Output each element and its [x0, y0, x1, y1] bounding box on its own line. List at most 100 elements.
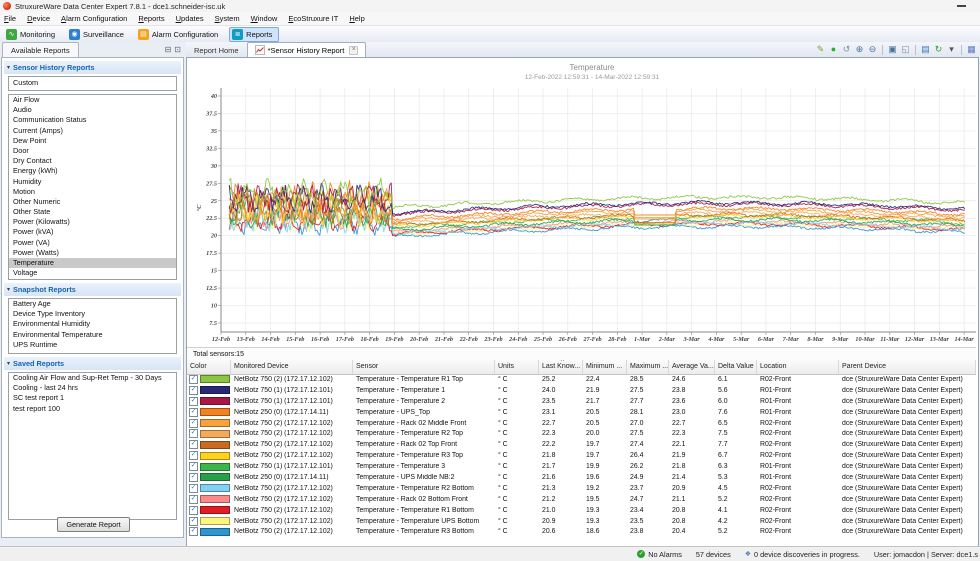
- report-item-temperature[interactable]: Temperature: [9, 258, 176, 268]
- report-item-dry-contact[interactable]: Dry Contact: [9, 156, 176, 166]
- pan-icon[interactable]: ↺: [841, 44, 852, 55]
- row-checkbox[interactable]: ✓: [189, 440, 198, 449]
- row-checkbox[interactable]: ✓: [189, 495, 198, 504]
- tab-report-home[interactable]: Report Home: [186, 42, 247, 57]
- save-icon[interactable]: ▦: [966, 44, 977, 55]
- panel-maximize-icon[interactable]: ⊡: [174, 45, 181, 54]
- generate-report-button[interactable]: Generate Report: [57, 517, 129, 532]
- perspective-reports[interactable]: ≣Reports: [229, 27, 279, 42]
- col-header-minimum[interactable]: Minimum ...: [583, 360, 627, 374]
- menu-device[interactable]: Device: [27, 14, 50, 23]
- report-item-power-kva[interactable]: Power (kVA): [9, 227, 176, 237]
- report-item-cooling-last-24-hrs[interactable]: Cooling - last 24 hrs: [9, 383, 176, 393]
- report-item-test-report-100[interactable]: test report 100: [9, 404, 176, 414]
- row-checkbox[interactable]: ✓: [189, 397, 198, 406]
- col-header-delta-value[interactable]: Delta Value: [715, 360, 757, 374]
- available-reports-tab[interactable]: Available Reports: [2, 42, 79, 57]
- table-row[interactable]: ✓NetBotz 750 (1) (172.17.12.101)Temperat…: [187, 385, 976, 396]
- record-icon[interactable]: ●: [828, 44, 839, 55]
- table-row[interactable]: ✓NetBotz 750 (2) (172.17.12.102)Temperat…: [187, 505, 976, 516]
- col-header-average-va[interactable]: Average Va...: [669, 360, 715, 374]
- report-item-sc-test-report-1[interactable]: SC test report 1: [9, 393, 176, 403]
- device-count[interactable]: 57 devices: [696, 550, 731, 559]
- report-item-battery-age[interactable]: Battery Age: [9, 299, 176, 309]
- row-checkbox[interactable]: ✓: [189, 517, 198, 526]
- table-row[interactable]: ✓NetBotz 750 (2) (172.17.12.102)Temperat…: [187, 494, 976, 505]
- row-checkbox[interactable]: ✓: [189, 386, 198, 395]
- report-item-device-type-inventory[interactable]: Device Type Inventory: [9, 309, 176, 319]
- row-checkbox[interactable]: ✓: [189, 429, 198, 438]
- section-header-snapshot-reports[interactable]: ▾Snapshot Reports: [4, 283, 181, 296]
- no-alarms-label[interactable]: No Alarms: [648, 550, 682, 559]
- perspective-monitoring[interactable]: ∿Monitoring: [3, 27, 62, 42]
- report-item-other-numeric[interactable]: Other Numeric: [9, 197, 176, 207]
- report-item-power-va[interactable]: Power (VA): [9, 238, 176, 248]
- report-item-door[interactable]: Door: [9, 146, 176, 156]
- col-header-maximum[interactable]: Maximum ...: [627, 360, 669, 374]
- report-item-cooling-air-flow-and-sup-ret-temp-30-days[interactable]: Cooling Air Flow and Sup-Ret Temp - 30 D…: [9, 373, 176, 383]
- report-item-voltage[interactable]: Voltage: [9, 268, 176, 278]
- table-row[interactable]: ✓NetBotz 750 (2) (172.17.12.102)Temperat…: [187, 428, 976, 439]
- report-item-power-watts[interactable]: Power (Watts): [9, 248, 176, 258]
- menu-system[interactable]: System: [215, 14, 240, 23]
- panel-minimize-icon[interactable]: ⊟: [165, 45, 172, 54]
- report-item-ups-runtime[interactable]: UPS Runtime: [9, 340, 176, 350]
- menu-help[interactable]: Help: [349, 14, 364, 23]
- refresh-icon[interactable]: ↻: [933, 44, 944, 55]
- section-header-saved-reports[interactable]: ▾Saved Reports: [4, 357, 181, 370]
- menu-window[interactable]: Window: [251, 14, 278, 23]
- table-row[interactable]: ✓NetBotz 750 (2) (172.17.12.102)Temperat…: [187, 418, 976, 429]
- refresh-dropdown-icon[interactable]: ▾: [946, 44, 957, 55]
- col-header-units[interactable]: Units: [495, 360, 539, 374]
- fit-screen-icon[interactable]: ▣: [887, 44, 898, 55]
- table-row[interactable]: ✓NetBotz 750 (1) (172.17.12.101)Temperat…: [187, 461, 976, 472]
- perspective-surveillance[interactable]: ◉Surveillance: [66, 27, 131, 42]
- menu-reports[interactable]: Reports: [138, 14, 164, 23]
- temperature-chart[interactable]: 12-Feb13-Feb14-Feb15-Feb16-Feb17-Feb18-F…: [187, 58, 976, 347]
- report-item-environmental-temperature[interactable]: Environmental Temperature: [9, 330, 176, 340]
- col-header-color[interactable]: Color: [187, 360, 231, 374]
- tab-sensor-history-report[interactable]: *Sensor History Report×: [247, 42, 367, 57]
- report-item-dew-point[interactable]: Dew Point: [9, 136, 176, 146]
- row-checkbox[interactable]: ✓: [189, 375, 198, 384]
- report-item-air-flow[interactable]: Air Flow: [9, 95, 176, 105]
- table-row[interactable]: ✓NetBotz 750 (2) (172.17.12.102)Temperat…: [187, 483, 976, 494]
- row-checkbox[interactable]: ✓: [189, 451, 198, 460]
- table-row[interactable]: ✓NetBotz 750 (2) (172.17.12.102)Temperat…: [187, 450, 976, 461]
- row-checkbox[interactable]: ✓: [189, 462, 198, 471]
- report-item-communication-status[interactable]: Communication Status: [9, 115, 176, 125]
- col-header-location[interactable]: Location: [757, 360, 839, 374]
- table-row[interactable]: ✓NetBotz 250 (0) (172.17.14.11)Temperatu…: [187, 472, 976, 483]
- report-item-audio[interactable]: Audio: [9, 105, 176, 115]
- report-item-environmental-humidity[interactable]: Environmental Humidity: [9, 319, 176, 329]
- table-row[interactable]: ✓NetBotz 250 (0) (172.17.14.11)Temperatu…: [187, 407, 976, 418]
- perspective-alarm-configuration[interactable]: ▤Alarm Configuration: [135, 27, 225, 42]
- row-checkbox[interactable]: ✓: [189, 419, 198, 428]
- edit-icon[interactable]: ✎: [815, 44, 826, 55]
- row-checkbox[interactable]: ✓: [189, 408, 198, 417]
- report-item-motion[interactable]: Motion: [9, 187, 176, 197]
- col-header-parent-device[interactable]: Parent Device: [839, 360, 976, 374]
- menu-ecostruxure-it[interactable]: EcoStruxure IT: [288, 14, 338, 23]
- row-checkbox[interactable]: ✓: [189, 484, 198, 493]
- restore-window-icon[interactable]: ◱: [900, 44, 911, 55]
- report-item-other-state[interactable]: Other State: [9, 207, 176, 217]
- menu-updates[interactable]: Updates: [176, 14, 204, 23]
- table-row[interactable]: ✓NetBotz 750 (2) (172.17.12.102)Temperat…: [187, 374, 976, 385]
- col-header-monitored-device[interactable]: Monitored Device: [231, 360, 353, 374]
- report-item-custom[interactable]: Custom: [9, 77, 176, 89]
- report-item-humidity[interactable]: Humidity: [9, 177, 176, 187]
- tab-close-icon[interactable]: ×: [349, 46, 358, 55]
- report-item-power-kilowatts[interactable]: Power (Kilowatts): [9, 217, 176, 227]
- menu-file[interactable]: File: [4, 14, 16, 23]
- report-item-current-amps[interactable]: Current (Amps): [9, 126, 176, 136]
- zoom-out-icon[interactable]: ⊖: [867, 44, 878, 55]
- section-header-sensor-history-reports[interactable]: ▾Sensor History Reports: [4, 61, 181, 74]
- row-checkbox[interactable]: ✓: [189, 506, 198, 515]
- table-row[interactable]: ✓NetBotz 750 (2) (172.17.12.102)Temperat…: [187, 526, 976, 537]
- col-header-last-know[interactable]: ˄Last Know...: [539, 360, 583, 374]
- zoom-in-icon[interactable]: ⊕: [854, 44, 865, 55]
- row-checkbox[interactable]: ✓: [189, 473, 198, 482]
- chart-settings-icon[interactable]: ▤: [920, 44, 931, 55]
- table-row[interactable]: ✓NetBotz 750 (1) (172.17.12.101)Temperat…: [187, 396, 976, 407]
